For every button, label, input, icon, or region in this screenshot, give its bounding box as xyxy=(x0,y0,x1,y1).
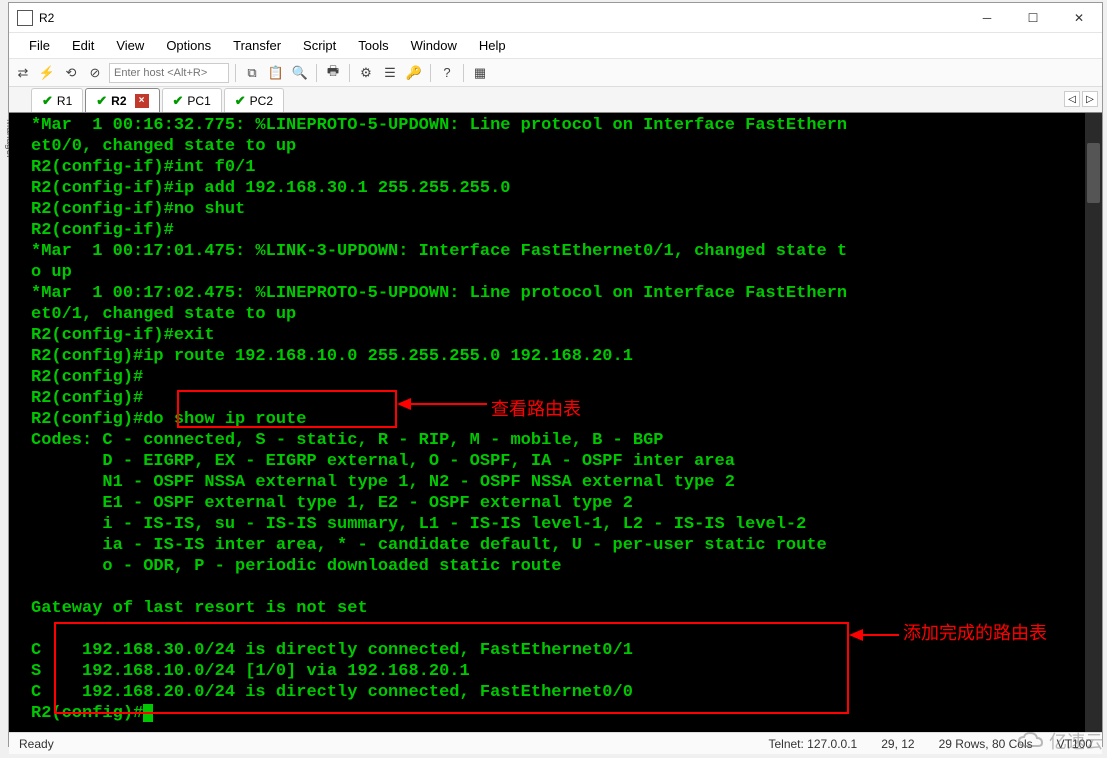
watermark: 亿速云 xyxy=(1015,728,1103,754)
scrollbar-vertical[interactable] xyxy=(1085,113,1102,732)
separator xyxy=(349,64,350,82)
menu-tools[interactable]: Tools xyxy=(348,35,398,56)
help-icon[interactable]: ? xyxy=(437,63,457,83)
cursor xyxy=(143,704,153,722)
toolbar: ⇄ ⚡ ⟲ ⊘ ⧉ 📋 🔍 🖶 ⚙ ☰ 🔑 ? ▦ xyxy=(9,59,1102,87)
menubar: File Edit View Options Transfer Script T… xyxy=(9,33,1102,59)
menu-options[interactable]: Options xyxy=(156,35,221,56)
check-icon: ✔ xyxy=(42,93,53,109)
print-icon[interactable]: 🖶 xyxy=(323,63,343,83)
key-icon[interactable]: 🔑 xyxy=(404,63,424,83)
cloud-icon xyxy=(1015,730,1045,752)
separator xyxy=(463,64,464,82)
tab-prev-button[interactable]: ◁ xyxy=(1064,91,1080,107)
titlebar: R2 ─ ☐ ✕ xyxy=(9,3,1102,33)
menu-file[interactable]: File xyxy=(19,35,60,56)
tab-next-button[interactable]: ▷ xyxy=(1082,91,1098,107)
status-ready: Ready xyxy=(19,737,54,751)
tabbar: ✔R1 ✔R2× ✔PC1 ✔PC2 ◁ ▷ xyxy=(9,87,1102,113)
menu-window[interactable]: Window xyxy=(401,35,467,56)
connect-icon[interactable]: ⇄ xyxy=(13,63,33,83)
maximize-button[interactable]: ☐ xyxy=(1010,3,1056,33)
minimize-button[interactable]: ─ xyxy=(964,3,1010,33)
menu-view[interactable]: View xyxy=(106,35,154,56)
reconnect-icon[interactable]: ⟲ xyxy=(61,63,81,83)
check-icon: ✔ xyxy=(96,93,107,109)
tab-r2[interactable]: ✔R2× xyxy=(85,88,159,112)
toggle-icon[interactable]: ▦ xyxy=(470,63,490,83)
statusbar: Ready Telnet: 127.0.0.1 29, 12 29 Rows, … xyxy=(9,732,1102,754)
tab-r1[interactable]: ✔R1 xyxy=(31,88,83,112)
check-icon: ✔ xyxy=(173,93,184,109)
tab-close-icon[interactable]: × xyxy=(135,94,149,108)
terminal-output[interactable]: *Mar 1 00:16:32.775: %LINEPROTO-5-UPDOWN… xyxy=(9,113,1102,732)
disconnect-icon[interactable]: ⊘ xyxy=(85,63,105,83)
separator xyxy=(235,64,236,82)
menu-edit[interactable]: Edit xyxy=(62,35,104,56)
menu-transfer[interactable]: Transfer xyxy=(223,35,291,56)
paste-icon[interactable]: 📋 xyxy=(266,63,286,83)
menu-help[interactable]: Help xyxy=(469,35,516,56)
options-icon[interactable]: ⚙ xyxy=(356,63,376,83)
app-window: R2 ─ ☐ ✕ File Edit View Options Transfer… xyxy=(8,2,1103,747)
scrollbar-thumb[interactable] xyxy=(1087,143,1100,203)
menu-script[interactable]: Script xyxy=(293,35,346,56)
app-icon xyxy=(17,10,33,26)
tab-pc1[interactable]: ✔PC1 xyxy=(162,88,222,112)
session-options-icon[interactable]: ☰ xyxy=(380,63,400,83)
status-position: 29, 12 xyxy=(881,737,914,751)
check-icon: ✔ xyxy=(235,93,246,109)
tab-pc2[interactable]: ✔PC2 xyxy=(224,88,284,112)
find-icon[interactable]: 🔍 xyxy=(290,63,310,83)
window-title: R2 xyxy=(39,11,54,25)
status-connection: Telnet: 127.0.0.1 xyxy=(768,737,857,751)
separator xyxy=(316,64,317,82)
close-button[interactable]: ✕ xyxy=(1056,3,1102,33)
copy-icon[interactable]: ⧉ xyxy=(242,63,262,83)
host-input[interactable] xyxy=(109,63,229,83)
separator xyxy=(430,64,431,82)
quick-connect-icon[interactable]: ⚡ xyxy=(37,63,57,83)
